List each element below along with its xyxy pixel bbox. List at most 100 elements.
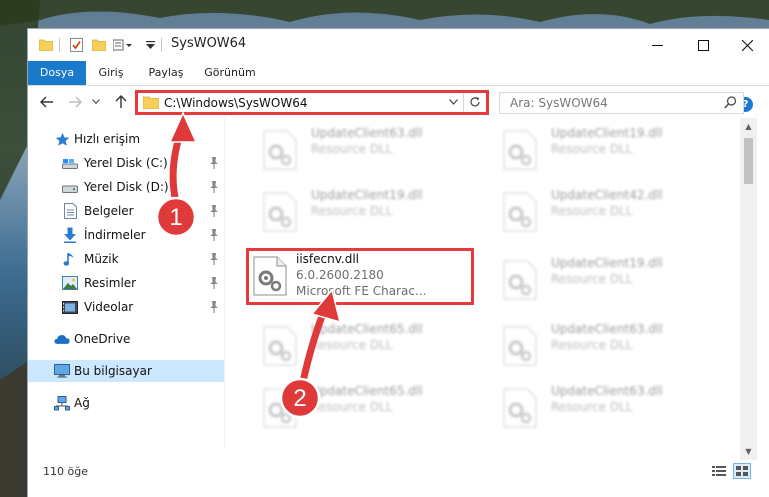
pin-icon[interactable] — [208, 156, 220, 170]
dll-file-icon — [503, 260, 537, 300]
sidebar-item-onedrive[interactable]: OneDrive — [28, 328, 224, 350]
file-item[interactable]: UpdateClient63.dll Resource DLL — [486, 318, 712, 376]
pin-icon[interactable] — [208, 276, 220, 290]
video-icon — [62, 299, 78, 315]
tab-gorunum[interactable]: Görünüm — [196, 61, 264, 85]
document-icon — [62, 203, 78, 219]
quick-access-dropdown-icon[interactable] — [142, 37, 158, 53]
sidebar-item-label: Müzik — [84, 252, 119, 266]
file-type: Resource DLL — [551, 204, 633, 218]
pin-icon[interactable] — [208, 300, 220, 314]
tab-dosya[interactable]: Dosya — [28, 61, 86, 85]
file-item[interactable]: UpdateClient65.dll Resource DLL — [246, 318, 472, 376]
sidebar-item-documents[interactable]: Belgeler — [28, 200, 224, 222]
navigation-bar: C:\Windows\SysWOW64 Ara: SysWOW64 — [28, 86, 769, 118]
file-type: Resource DLL — [311, 142, 393, 156]
large-icons-view-icon[interactable] — [733, 463, 751, 479]
vertical-scrollbar[interactable]: ▲ ▼ — [740, 118, 757, 460]
file-item[interactable]: UpdateClient19.dll Resource DLL — [486, 122, 712, 180]
address-path[interactable]: C:\Windows\SysWOW64 — [164, 96, 308, 110]
sidebar-item-network[interactable]: Ağ — [28, 392, 224, 414]
file-name: UpdateClient65.dll — [311, 322, 423, 336]
file-type: Resource DLL — [551, 400, 633, 414]
status-bar: 110 öğe — [28, 460, 769, 484]
file-type: Resource DLL — [311, 204, 393, 218]
folder-icon — [142, 96, 160, 112]
up-arrow-icon[interactable] — [112, 93, 130, 111]
music-icon — [62, 251, 78, 267]
sidebar-item-label: Resimler — [84, 276, 137, 290]
cloud-icon — [54, 331, 70, 347]
highlighted-file-item[interactable]: iisfecnv.dll 6.0.2600.2180 Microsoft FE … — [246, 248, 474, 305]
tab-giris[interactable]: Giriş — [86, 61, 136, 85]
scroll-up-arrow-icon[interactable]: ▲ — [740, 118, 757, 135]
address-bar[interactable]: C:\Windows\SysWOW64 — [135, 90, 489, 115]
file-version: 6.0.2600.2180 — [296, 268, 384, 282]
file-type: Resource DLL — [551, 142, 633, 156]
file-name: UpdateClient63.dll — [551, 384, 663, 398]
sidebar-item-videos[interactable]: Videolar — [28, 296, 224, 318]
pin-icon[interactable] — [208, 180, 220, 194]
chevron-down-icon[interactable] — [446, 95, 460, 111]
dll-file-icon — [263, 326, 297, 366]
search-input[interactable]: Ara: SysWOW64 — [499, 92, 744, 114]
dll-file-icon — [503, 388, 537, 428]
sidebar-item-label: Yerel Disk (C:) — [84, 156, 168, 170]
sidebar-item-pictures[interactable]: Resimler — [28, 272, 224, 294]
file-name: UpdateClient65.dll — [311, 384, 423, 398]
ribbon-tabs: Dosya Giriş Paylaş Görünüm ⌄ ? — [28, 61, 769, 112]
pin-icon[interactable] — [208, 252, 220, 266]
pin-icon[interactable] — [208, 204, 220, 218]
file-item[interactable]: UpdateClient19.dll Resource DLL — [246, 184, 472, 242]
file-item[interactable]: UpdateClient65.dll Resource DLL — [246, 380, 472, 438]
drive-icon — [62, 179, 78, 195]
search-icon[interactable] — [724, 96, 737, 112]
file-type: Resource DLL — [551, 272, 633, 286]
sidebar-item-local-disk-d[interactable]: Yerel Disk (D:) — [28, 176, 224, 198]
sidebar-item-music[interactable]: Müzik — [28, 248, 224, 270]
recent-locations-chevron-icon[interactable] — [90, 93, 102, 111]
sidebar-item-label: Ağ — [74, 396, 90, 410]
new-folder-icon[interactable] — [91, 37, 107, 53]
details-view-icon[interactable] — [710, 463, 728, 479]
back-arrow-icon[interactable] — [38, 93, 56, 111]
forward-arrow-icon[interactable] — [66, 93, 84, 111]
sidebar-item-label: Yerel Disk (D:) — [84, 180, 169, 194]
dll-file-icon — [503, 192, 537, 232]
dll-file-icon — [503, 130, 537, 170]
title-bar: SysWOW64 — [28, 29, 769, 61]
address-separator — [463, 93, 464, 112]
sidebar-item-this-pc[interactable]: Bu bilgisayar — [28, 360, 224, 382]
minimize-button[interactable] — [634, 29, 680, 61]
sidebar-item-label: Videolar — [84, 300, 134, 314]
title-separator — [161, 38, 162, 52]
pin-icon[interactable] — [208, 228, 220, 242]
sidebar-item-label: Bu bilgisayar — [74, 364, 152, 378]
file-item[interactable]: UpdateClient19.dll Resource DLL — [486, 252, 712, 310]
file-name: UpdateClient63.dll — [551, 322, 663, 336]
refresh-icon[interactable] — [467, 94, 483, 110]
close-button[interactable] — [724, 29, 769, 61]
scrollbar-thumb[interactable] — [744, 138, 753, 184]
star-icon — [54, 131, 70, 147]
file-name: UpdateClient19.dll — [551, 126, 663, 140]
sidebar-item-downloads[interactable]: İndirmeler — [28, 224, 224, 246]
maximize-button[interactable] — [680, 29, 726, 61]
scroll-down-arrow-icon[interactable]: ▼ — [740, 443, 757, 460]
sidebar-item-quick-access[interactable]: Hızlı erişim — [28, 128, 224, 150]
file-item[interactable]: UpdateClient63.dll Resource DLL — [246, 122, 472, 180]
toolbar-separator — [59, 38, 60, 52]
sidebar-item-local-disk-c[interactable]: Yerel Disk (C:) — [28, 152, 224, 174]
file-description: Microsoft FE Charac... — [296, 284, 427, 298]
dll-file-icon — [263, 130, 297, 170]
tab-paylas[interactable]: Paylaş — [138, 61, 194, 85]
sidebar-item-label: OneDrive — [74, 332, 131, 346]
file-name: UpdateClient19.dll — [311, 188, 423, 202]
file-item[interactable]: UpdateClient63.dll Resource DLL — [486, 380, 712, 438]
customize-toolbar-icon[interactable] — [112, 37, 134, 53]
file-explorer-window: SysWOW64 Dosya Giriş Paylaş Görünüm ⌄ ? — [27, 28, 769, 497]
file-item[interactable]: UpdateClient42.dll Resource DLL — [486, 184, 712, 242]
folder-icon[interactable] — [38, 37, 54, 53]
properties-icon[interactable] — [68, 37, 84, 53]
pictures-icon — [62, 275, 78, 291]
